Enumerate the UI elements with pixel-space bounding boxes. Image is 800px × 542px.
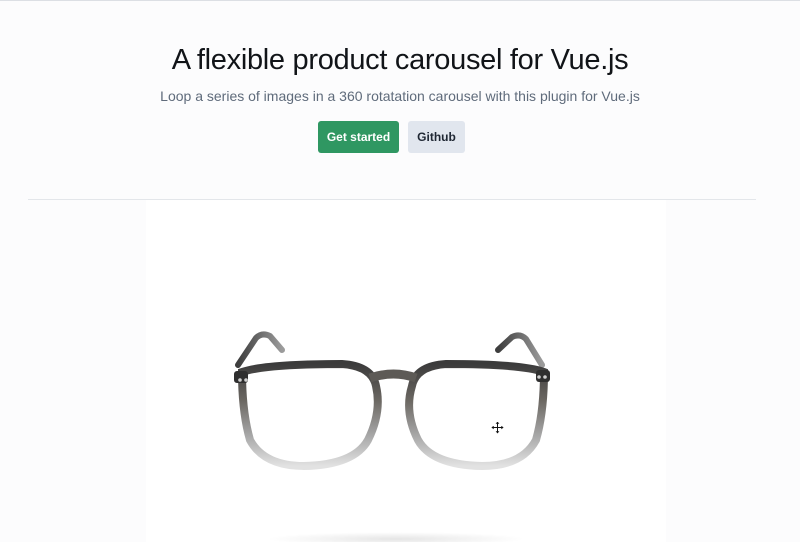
- product-carousel[interactable]: [146, 200, 666, 542]
- hero-title: A flexible product carousel for Vue.js: [171, 44, 629, 76]
- github-button[interactable]: Github: [408, 121, 465, 153]
- eyeglasses-icon: [234, 331, 550, 471]
- get-started-button[interactable]: Get started: [318, 121, 399, 153]
- hero-subtitle: Loop a series of images in a 360 rotatat…: [160, 88, 640, 104]
- page: A flexible product carousel for Vue.js L…: [0, 0, 800, 542]
- carousel-floor-shadow: [266, 532, 526, 542]
- top-border: [0, 0, 800, 1]
- move-cursor-icon: [491, 421, 504, 434]
